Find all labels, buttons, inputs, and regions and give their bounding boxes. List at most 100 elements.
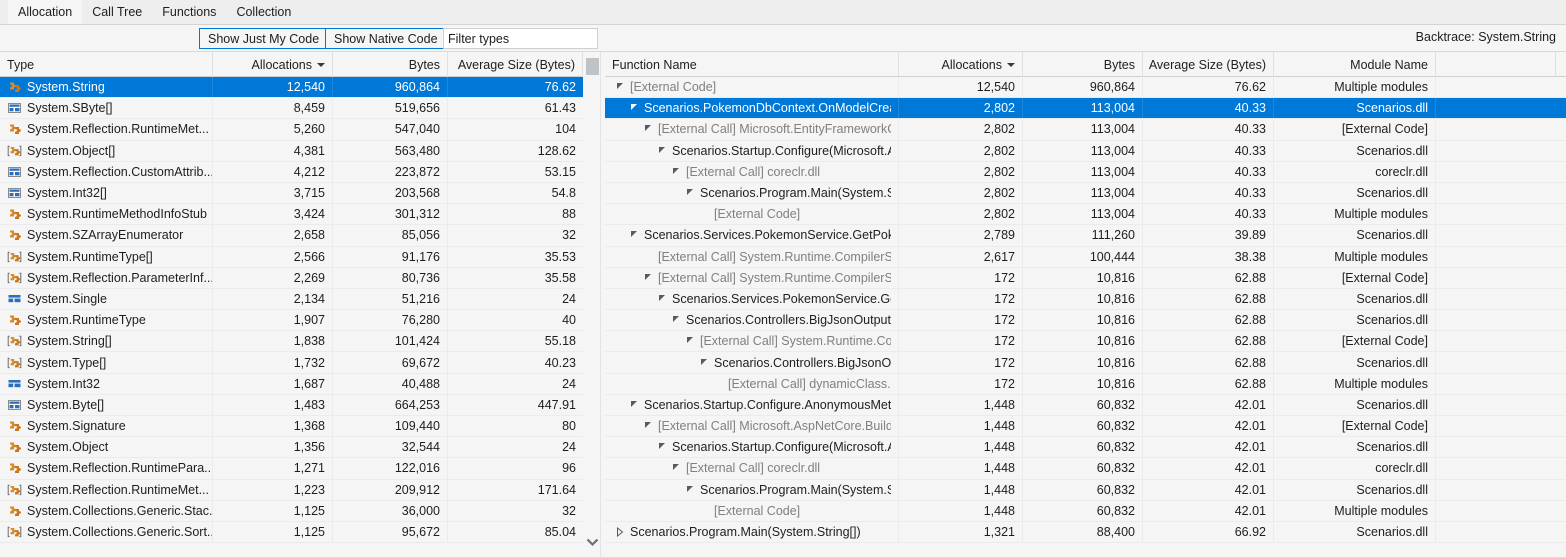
table-row[interactable]: System.Int32 1,687 40,488 24 — [0, 373, 583, 395]
table-row[interactable]: System.Reflection.RuntimeMet... 5,260 547,… — [0, 119, 583, 141]
expander-expanded-icon[interactable] — [627, 400, 640, 408]
module-name-cell: Scenarios.dll — [1274, 521, 1436, 543]
table-row[interactable]: System.Reflection.CustomAttrib... 4,212 22… — [0, 161, 583, 183]
expander-expanded-icon[interactable] — [655, 146, 668, 154]
tree-row[interactable]: Scenarios.Program.Main(System.Stri... 1,4… — [605, 479, 1566, 501]
tree-row[interactable]: [External Code] 12,540 960,864 76.62 Multipl… — [605, 77, 1566, 99]
tab-allocation[interactable]: Allocation — [8, 0, 83, 24]
table-row[interactable]: System.Reflection.RuntimeMet... 1,223 209,… — [0, 479, 583, 501]
tree-row[interactable]: Scenarios.Controllers.BigJsonOutputC... 1… — [605, 310, 1566, 332]
type-cell: System.Object[] — [0, 140, 213, 161]
tree-row[interactable]: Scenarios.Program.Main(System.Stri... 2,8… — [605, 182, 1566, 205]
tree-row[interactable]: [External Call] System.Runtime.CompilerS… — [605, 246, 1566, 268]
types-grid-scrollbar[interactable] — [583, 52, 601, 558]
average-size-cell: 55.18 — [544, 334, 576, 349]
expander-expanded-icon[interactable] — [683, 337, 696, 344]
expander-expanded-icon[interactable] — [627, 104, 640, 111]
expander-collapsed-icon[interactable] — [613, 527, 626, 538]
expander-expanded-icon[interactable] — [655, 443, 668, 450]
table-row[interactable]: System.SZArrayEnumerator 2,658 85,056 32 — [0, 225, 583, 247]
tree-row[interactable]: [External Call] coreclr.dll 2,802 113,004 4… — [605, 161, 1566, 183]
struct-icon — [7, 398, 22, 412]
backtrace-grid-column-header-function-name[interactable]: Function Name — [605, 52, 899, 77]
bytes-cell: 36,000 — [333, 500, 448, 521]
table-row[interactable]: System.Byte[] 1,483 664,253 447.91 — [0, 394, 583, 416]
types-grid-column-header-average-size-bytes[interactable]: Average Size (Bytes) — [448, 52, 583, 77]
allocations-cell: 1,271 — [213, 458, 333, 479]
tab-collection[interactable]: Collection — [226, 0, 301, 24]
types-grid-column-header-bytes[interactable]: Bytes — [333, 52, 448, 77]
backtrace-grid-column-header-module-name[interactable]: Module Name — [1274, 52, 1436, 77]
tree-row[interactable]: [External Code] 1,448 60,832 42.01 Multiple … — [605, 500, 1566, 522]
expander-expanded-icon[interactable] — [613, 83, 626, 90]
tree-row[interactable]: Scenarios.Startup.Configure.AnonymousMet… — [605, 394, 1566, 416]
tree-row[interactable]: Scenarios.Controllers.BigJsonOutp... 1721… — [605, 352, 1566, 374]
expander-expanded-icon[interactable] — [641, 273, 654, 281]
type-name: System.Collections.Generic.Stac... — [27, 503, 213, 518]
types-grid-column-header-type[interactable]: Type — [0, 52, 213, 77]
chevron-down-icon[interactable] — [583, 534, 601, 550]
backtrace-grid-column-header-average-size-bytes[interactable]: Average Size (Bytes) — [1143, 52, 1274, 77]
table-row[interactable]: System.Single 2,134 51,216 24 — [0, 288, 583, 311]
tree-row[interactable]: [External Call] System.Runtime.CompilerS… — [605, 267, 1566, 289]
tree-row[interactable]: Scenarios.Services.PokemonService.GetPok… — [605, 225, 1566, 247]
average-size-cell: 76.62 — [544, 80, 576, 95]
expander-expanded-icon[interactable] — [669, 316, 682, 323]
expander-expanded-icon[interactable] — [641, 422, 654, 429]
table-row[interactable]: System.Object 1,356 32,544 24 — [0, 437, 583, 459]
row-trailing-space — [1436, 119, 1566, 139]
backtrace-grid-header: Function Name Allocations Bytes Average Siz… — [605, 52, 1566, 77]
table-row[interactable]: System.RuntimeMethodInfoStub 3,424 301,312… — [0, 204, 583, 226]
function-name-cell: [External Call] Microsoft.EntityFramewor… — [605, 119, 899, 140]
average-size-cell: 128.62 — [537, 143, 576, 158]
module-name-cell: Multiple modules — [1274, 246, 1436, 267]
table-row[interactable]: System.Signature 1,368 109,440 80 — [0, 416, 583, 438]
scrollbar-thumb[interactable] — [586, 58, 599, 75]
tree-row[interactable]: [External Call] coreclr.dll 1,448 60,832 42… — [605, 458, 1566, 480]
tree-row[interactable]: [External Call] Microsoft.AspNetCore.Bui… — [605, 416, 1566, 438]
show-just-my-code-button[interactable]: Show Just My Code — [199, 28, 329, 49]
bytes-cell: 60,832 — [1023, 500, 1143, 521]
tab-call-tree[interactable]: Call Tree — [82, 0, 152, 24]
tab-functions[interactable]: Functions — [152, 0, 226, 24]
show-native-code-button[interactable]: Show Native Code — [325, 28, 447, 49]
tree-row[interactable]: [External Code] 2,802 113,004 40.33 Multiple… — [605, 204, 1566, 226]
tree-row[interactable]: Scenarios.Program.Main(System.String[]) 1… — [605, 521, 1566, 544]
expander-expanded-icon[interactable] — [697, 358, 710, 366]
table-row[interactable]: System.Type[] 1,732 69,672 40.23 — [0, 352, 583, 374]
bytes-cell: 95,672 — [333, 521, 448, 543]
tree-row[interactable]: Scenarios.PokemonDbContext.OnModelCreat.… — [605, 98, 1566, 120]
backtrace-grid-column-header-blank[interactable] — [1436, 52, 1556, 77]
tree-row[interactable]: Scenarios.Startup.Configure(Microsoft.As… — [605, 140, 1566, 162]
table-row[interactable]: System.RuntimeType 1,907 76,280 40 — [0, 310, 583, 332]
table-row[interactable]: System.String 12,540 960,864 76.62 — [0, 77, 583, 99]
expander-expanded-icon[interactable] — [641, 125, 654, 132]
table-row[interactable]: System.RuntimeType[] 2,566 91,176 35.53 — [0, 246, 583, 268]
tree-row[interactable]: [External Call] System.Runtime.Com... 172… — [605, 331, 1566, 353]
tree-row[interactable]: [External Call] dynamicClass.lam... 17210… — [605, 373, 1566, 395]
filter-types-input[interactable] — [443, 28, 598, 49]
expander-expanded-icon[interactable] — [683, 485, 696, 493]
table-row[interactable]: System.SByte[] 8,459 519,656 61.43 — [0, 98, 583, 120]
bytes-cell: 519,656 — [333, 98, 448, 119]
table-row[interactable]: System.String[] 1,838 101,424 55.18 — [0, 331, 583, 353]
class-icon — [7, 122, 22, 136]
module-name-cell: Scenarios.dll — [1274, 140, 1436, 161]
backtrace-grid-column-header-bytes[interactable]: Bytes — [1023, 52, 1143, 77]
table-row[interactable]: System.Int32[] 3,715 203,568 54.8 — [0, 182, 583, 205]
tree-row[interactable]: Scenarios.Startup.Configure(Microsoft.As… — [605, 437, 1566, 459]
tree-row[interactable]: Scenarios.Services.PokemonService.GetP..… — [605, 288, 1566, 311]
table-row[interactable]: System.Reflection.RuntimePara... 1,271 122… — [0, 458, 583, 480]
expander-expanded-icon[interactable] — [669, 167, 682, 175]
expander-expanded-icon[interactable] — [627, 231, 640, 238]
expander-expanded-icon[interactable] — [655, 294, 668, 302]
types-grid-column-header-allocations[interactable]: Allocations — [213, 52, 333, 77]
tree-row[interactable]: [External Call] Microsoft.EntityFramewor… — [605, 119, 1566, 141]
table-row[interactable]: System.Object[] 4,381 563,480 128.62 — [0, 140, 583, 162]
expander-expanded-icon[interactable] — [669, 464, 682, 471]
table-row[interactable]: System.Reflection.ParameterInf... 2,269 80… — [0, 267, 583, 289]
table-row[interactable]: System.Collections.Generic.Sort... 1,125 9… — [0, 521, 583, 544]
expander-expanded-icon[interactable] — [683, 189, 696, 196]
table-row[interactable]: System.Collections.Generic.Stac... 1,125 3… — [0, 500, 583, 522]
backtrace-grid-column-header-allocations[interactable]: Allocations — [899, 52, 1023, 77]
